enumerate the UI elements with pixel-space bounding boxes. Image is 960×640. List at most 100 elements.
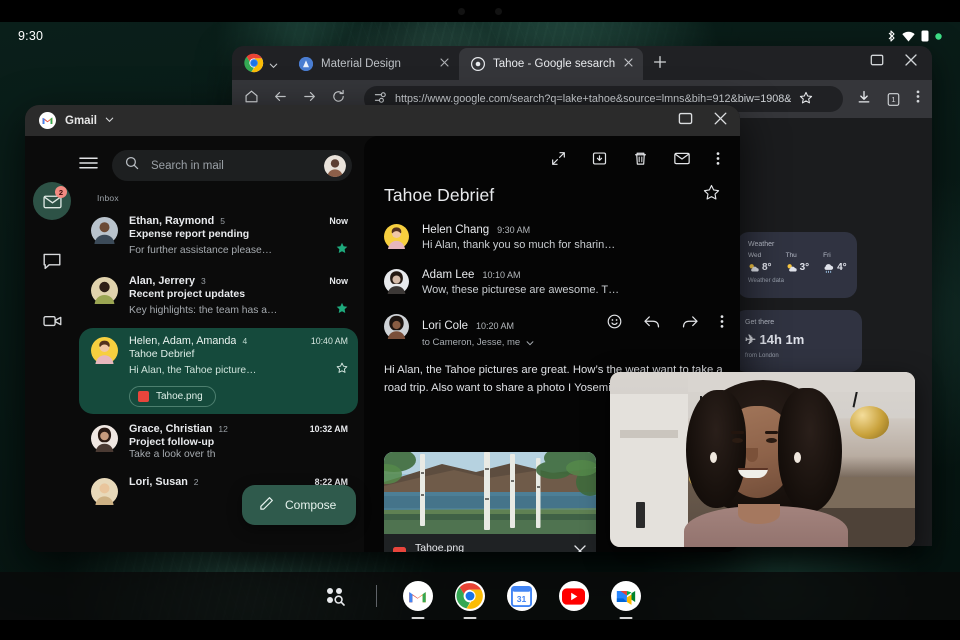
weather-forecast-days: Wed 8° Thu 3° Fri 4°: [748, 252, 847, 273]
list-item-selected[interactable]: Helen, Adam, Amanda 4 10:40 AM Tahoe Deb…: [79, 328, 358, 414]
sidebar-item-chat[interactable]: [33, 242, 71, 280]
thread-snippet: For further assistance please…: [129, 244, 273, 256]
list-item[interactable]: Alan, Jerrery 3 Now Recent project updat…: [79, 268, 358, 326]
camera-dot: [458, 7, 465, 15]
browser-tab-1[interactable]: Tahoe - Google sesarch: [459, 48, 644, 80]
more-vertical-icon[interactable]: [720, 314, 724, 334]
sidebar-item-meet[interactable]: [33, 302, 71, 340]
thread-message-body: Lori Cole 10:20 AM to Cameron, Jesse, me: [422, 314, 724, 348]
thread-subject: Tahoe Debrief: [129, 348, 195, 360]
gmail-search-row: Search in mail: [79, 136, 358, 181]
app-launcher[interactable]: [320, 581, 350, 611]
message-recipients[interactable]: to Cameron, Jesse, me: [422, 337, 724, 348]
forward-icon[interactable]: [682, 315, 698, 334]
chevron-down-icon[interactable]: [268, 60, 279, 71]
tab-title: Tahoe - Google sesarch: [493, 58, 616, 70]
reply-icon[interactable]: [644, 315, 660, 334]
star-icon[interactable]: [799, 91, 813, 108]
maximize-icon[interactable]: [870, 53, 884, 72]
expand-icon[interactable]: [551, 151, 566, 171]
list-item[interactable]: Grace, Christian 12 10:32 AM Project fol…: [79, 416, 358, 467]
gmail-icon: [409, 591, 426, 602]
close-icon[interactable]: [623, 57, 634, 71]
weather-day-name: Wed: [748, 252, 762, 259]
chrome-window-controls: [870, 53, 932, 80]
weather-widget-title: Weather: [748, 241, 775, 248]
battery-icon: [921, 30, 929, 42]
gmail-app-name: Gmail: [65, 114, 97, 127]
thread-time: Now: [329, 216, 348, 226]
message-time: 10:10 AM: [482, 270, 521, 280]
gmail-icon: [39, 112, 56, 129]
weather-widget[interactable]: Weather Wed 8° Thu 3° Fri 4° Weather dat…: [737, 232, 857, 298]
video-call-window[interactable]: [610, 372, 915, 547]
star-outline-icon[interactable]: [703, 184, 720, 206]
sidebar-item-mail[interactable]: 2: [33, 182, 71, 220]
sun-cloud-icon: [749, 263, 759, 272]
app-running-indicator: [463, 616, 476, 619]
attachment-info-bar: Tahoe.png 106 KB: [384, 534, 596, 552]
taskbar-app-chrome[interactable]: [454, 581, 485, 619]
chrome-icon: [244, 53, 264, 73]
avatar: [384, 269, 409, 294]
chat-icon: [43, 253, 61, 269]
route-origin: from London: [745, 353, 779, 359]
download-icon[interactable]: [857, 90, 871, 109]
route-widget[interactable]: Get there ✈ 14h 1m from London: [734, 310, 862, 372]
hamburger-menu-icon[interactable]: [79, 156, 98, 175]
attachment-card[interactable]: Tahoe.png 106 KB: [384, 452, 596, 552]
thread-message[interactable]: Helen Chang 9:30 AM Hi Alan, thank you s…: [384, 224, 724, 251]
avatar[interactable]: [324, 154, 346, 177]
maximize-icon[interactable]: [678, 111, 693, 131]
route-widget-title: Get there: [745, 319, 775, 326]
browser-tab-0[interactable]: Material Design: [287, 48, 459, 80]
thread-subject: Project follow-up: [129, 436, 215, 448]
taskbar-app-gmail[interactable]: [402, 581, 433, 619]
emoji-icon[interactable]: [607, 314, 622, 334]
attachment-chip[interactable]: Tahoe.png: [129, 386, 216, 407]
message-sender: Adam Lee: [422, 269, 475, 281]
star-filled-icon[interactable]: [336, 241, 348, 259]
tab-title: Material Design: [321, 58, 401, 70]
image-file-icon: [138, 391, 149, 402]
calendar-icon: 31: [511, 585, 532, 607]
gmail-window-controls: [678, 111, 728, 131]
mark-unread-icon[interactable]: [674, 152, 690, 170]
taskbar-app-youtube[interactable]: [558, 581, 589, 611]
lake-tahoe-photo: [384, 452, 596, 534]
star-outline-icon[interactable]: [336, 361, 348, 379]
new-tab-button[interactable]: [653, 55, 667, 74]
more-vertical-icon[interactable]: [716, 151, 720, 171]
taskbar-app-calendar[interactable]: 31: [506, 581, 537, 611]
close-icon[interactable]: [573, 544, 587, 552]
chevron-down-icon[interactable]: [525, 338, 535, 348]
close-icon[interactable]: [904, 53, 918, 72]
list-item[interactable]: Ethan, Raymond 5 Now Expense report pend…: [79, 208, 358, 266]
chevron-down-icon[interactable]: [104, 112, 115, 130]
taskbar-app-meet[interactable]: [610, 581, 641, 619]
tab-count-badge[interactable]: 1: [886, 92, 901, 107]
thread-snippet: Take a look over th: [129, 449, 216, 460]
thread-message-expanded[interactable]: Lori Cole 10:20 AM to Cameron, Jesse, me: [384, 314, 724, 348]
sensor-dot: [495, 7, 502, 15]
archive-icon[interactable]: [592, 151, 607, 171]
thread-action-bar: [384, 148, 724, 174]
thread-message-body: Adam Lee 10:10 AM Wow, these picturese a…: [422, 269, 724, 296]
thread-sender: Ethan, Raymond: [129, 215, 215, 227]
close-icon[interactable]: [713, 111, 728, 131]
more-vertical-icon[interactable]: [916, 89, 920, 109]
delete-icon[interactable]: [633, 151, 648, 171]
thread-message[interactable]: Adam Lee 10:10 AM Wow, these picturese a…: [384, 269, 724, 296]
video-call-participant: [610, 372, 915, 547]
sun-cloud-icon: [787, 263, 797, 272]
video-camera-icon: [42, 316, 61, 327]
list-item-content: Grace, Christian 12 10:32 AM Project fol…: [129, 423, 348, 460]
close-icon[interactable]: [439, 57, 450, 71]
compose-button[interactable]: Compose: [242, 485, 357, 525]
weather-day: Fri 4°: [823, 252, 847, 273]
message-sender: Helen Chang: [422, 224, 490, 236]
search-input[interactable]: Search in mail: [112, 150, 352, 181]
device-top-bezel: [0, 0, 960, 22]
star-filled-icon[interactable]: [336, 301, 348, 319]
chrome-toolbar-right: 1: [857, 89, 920, 109]
